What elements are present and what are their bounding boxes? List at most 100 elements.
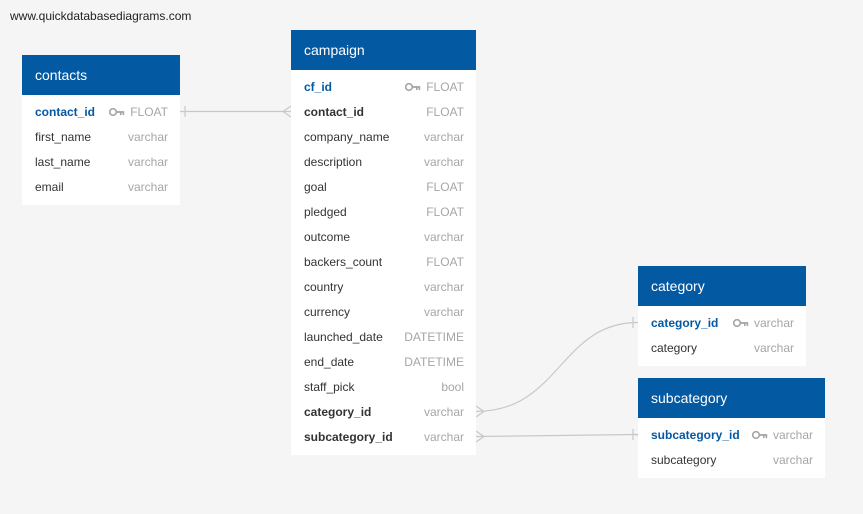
field-type: FLOAT: [426, 104, 464, 119]
field-row[interactable]: pledged FLOAT: [291, 199, 476, 224]
field-row[interactable]: email varchar: [22, 174, 180, 199]
field-type-group: DATETIME: [404, 355, 464, 369]
key-icon: [109, 107, 125, 116]
key-icon: [751, 430, 768, 439]
field-type-group: varchar: [424, 130, 464, 144]
field-name: currency: [304, 304, 351, 319]
field-type-group: varchar: [424, 405, 464, 419]
field-name: email: [35, 179, 64, 194]
table-contacts[interactable]: contacts contact_id FLOAT first_name varcha…: [22, 55, 180, 205]
field-name: launched_date: [304, 329, 383, 344]
field-type-group: FLOAT: [426, 255, 464, 269]
table-header[interactable]: category: [638, 266, 806, 306]
link-category-id: [475, 317, 639, 418]
field-type-group: FLOAT: [109, 105, 168, 119]
table-header[interactable]: contacts: [22, 55, 180, 95]
field-row[interactable]: end_date DATETIME: [291, 349, 476, 374]
field-row[interactable]: outcome varchar: [291, 224, 476, 249]
field-name: category: [651, 340, 698, 355]
field-list: contact_id FLOAT first_name varchar last_nam…: [22, 95, 180, 205]
table-header[interactable]: subcategory: [638, 378, 825, 418]
field-name: backers_count: [304, 254, 383, 269]
field-row[interactable]: category_id varchar: [291, 399, 476, 424]
field-name: staff_pick: [304, 379, 355, 394]
field-row[interactable]: cf_id FLOAT: [291, 74, 476, 99]
field-row[interactable]: currency varchar: [291, 299, 476, 324]
field-row[interactable]: subcategory_id varchar: [638, 422, 825, 447]
field-name: subcategory: [651, 452, 717, 467]
link-contact-id: [180, 105, 292, 118]
field-name: company_name: [304, 129, 390, 144]
field-type: varchar: [753, 340, 794, 355]
field-type-group: FLOAT: [405, 80, 464, 94]
field-type-group: FLOAT: [426, 180, 464, 194]
field-type-group: varchar: [424, 305, 464, 319]
field-type-group: varchar: [773, 453, 813, 467]
field-type: varchar: [423, 304, 464, 319]
field-type: varchar: [423, 229, 464, 244]
field-type: FLOAT: [130, 104, 168, 119]
field-type: FLOAT: [426, 179, 464, 194]
field-row[interactable]: category_id varchar: [638, 310, 806, 335]
field-row[interactable]: contact_id FLOAT: [291, 99, 476, 124]
field-row[interactable]: contact_id FLOAT: [22, 99, 180, 124]
field-row[interactable]: company_name varchar: [291, 124, 476, 149]
field-type: varchar: [753, 315, 794, 330]
field-list: category_id varchar category varchar: [638, 306, 806, 366]
field-type-group: varchar: [128, 180, 168, 194]
field-name: end_date: [304, 354, 355, 369]
field-type: varchar: [772, 427, 813, 442]
field-name: outcome: [304, 229, 351, 244]
field-type-group: varchar: [424, 280, 464, 294]
field-row[interactable]: backers_count FLOAT: [291, 249, 476, 274]
field-type-group: DATETIME: [404, 330, 464, 344]
field-row[interactable]: category varchar: [638, 335, 806, 360]
field-type-group: bool: [441, 380, 464, 394]
field-name: cf_id: [304, 79, 333, 94]
table-campaign[interactable]: campaign cf_id FLOAT contact_id FLOAT compan…: [291, 30, 476, 455]
field-type-group: varchar: [732, 315, 794, 330]
table-category[interactable]: category category_id varchar category varch…: [638, 266, 806, 366]
field-list: cf_id FLOAT contact_id FLOAT company_name var…: [291, 70, 476, 455]
table-subcategory[interactable]: subcategory subcategory_id varchar subcate…: [638, 378, 825, 478]
field-type: varchar: [772, 452, 813, 467]
field-name: subcategory_id: [304, 429, 393, 444]
key-icon: [732, 318, 749, 327]
field-type-group: FLOAT: [426, 105, 464, 119]
field-type-group: varchar: [424, 430, 464, 444]
field-type-group: FLOAT: [426, 205, 464, 219]
field-name: pledged: [304, 204, 347, 219]
field-name: goal: [304, 179, 327, 194]
field-row[interactable]: staff_pick bool: [291, 374, 476, 399]
field-row[interactable]: launched_date DATETIME: [291, 324, 476, 349]
field-type: varchar: [423, 154, 464, 169]
field-type-group: varchar: [424, 155, 464, 169]
field-type: varchar: [423, 279, 464, 294]
field-row[interactable]: subcategory_id varchar: [291, 424, 476, 449]
field-name: contact_id: [35, 104, 96, 119]
field-type: varchar: [127, 154, 168, 169]
field-row[interactable]: subcategory varchar: [638, 447, 825, 472]
field-type: varchar: [423, 129, 464, 144]
field-name: category_id: [304, 404, 372, 419]
field-name: subcategory_id: [651, 427, 740, 442]
field-type: DATETIME: [404, 354, 464, 369]
field-type: varchar: [127, 129, 168, 144]
link-subcategory-id: [475, 429, 639, 443]
table-header[interactable]: campaign: [291, 30, 476, 70]
field-type: varchar: [423, 404, 464, 419]
field-list: subcategory_id varchar subcategory varchar: [638, 418, 825, 478]
field-name: category_id: [651, 315, 719, 330]
field-type: FLOAT: [426, 254, 464, 269]
field-row[interactable]: country varchar: [291, 274, 476, 299]
field-type-group: varchar: [754, 341, 794, 355]
field-name: description: [304, 154, 363, 169]
field-name: contact_id: [304, 104, 365, 119]
field-row[interactable]: first_name varchar: [22, 124, 180, 149]
field-name: last_name: [35, 154, 91, 169]
field-type-group: varchar: [128, 155, 168, 169]
field-name: country: [304, 279, 344, 294]
field-row[interactable]: description varchar: [291, 149, 476, 174]
field-row[interactable]: last_name varchar: [22, 149, 180, 174]
field-row[interactable]: goal FLOAT: [291, 174, 476, 199]
